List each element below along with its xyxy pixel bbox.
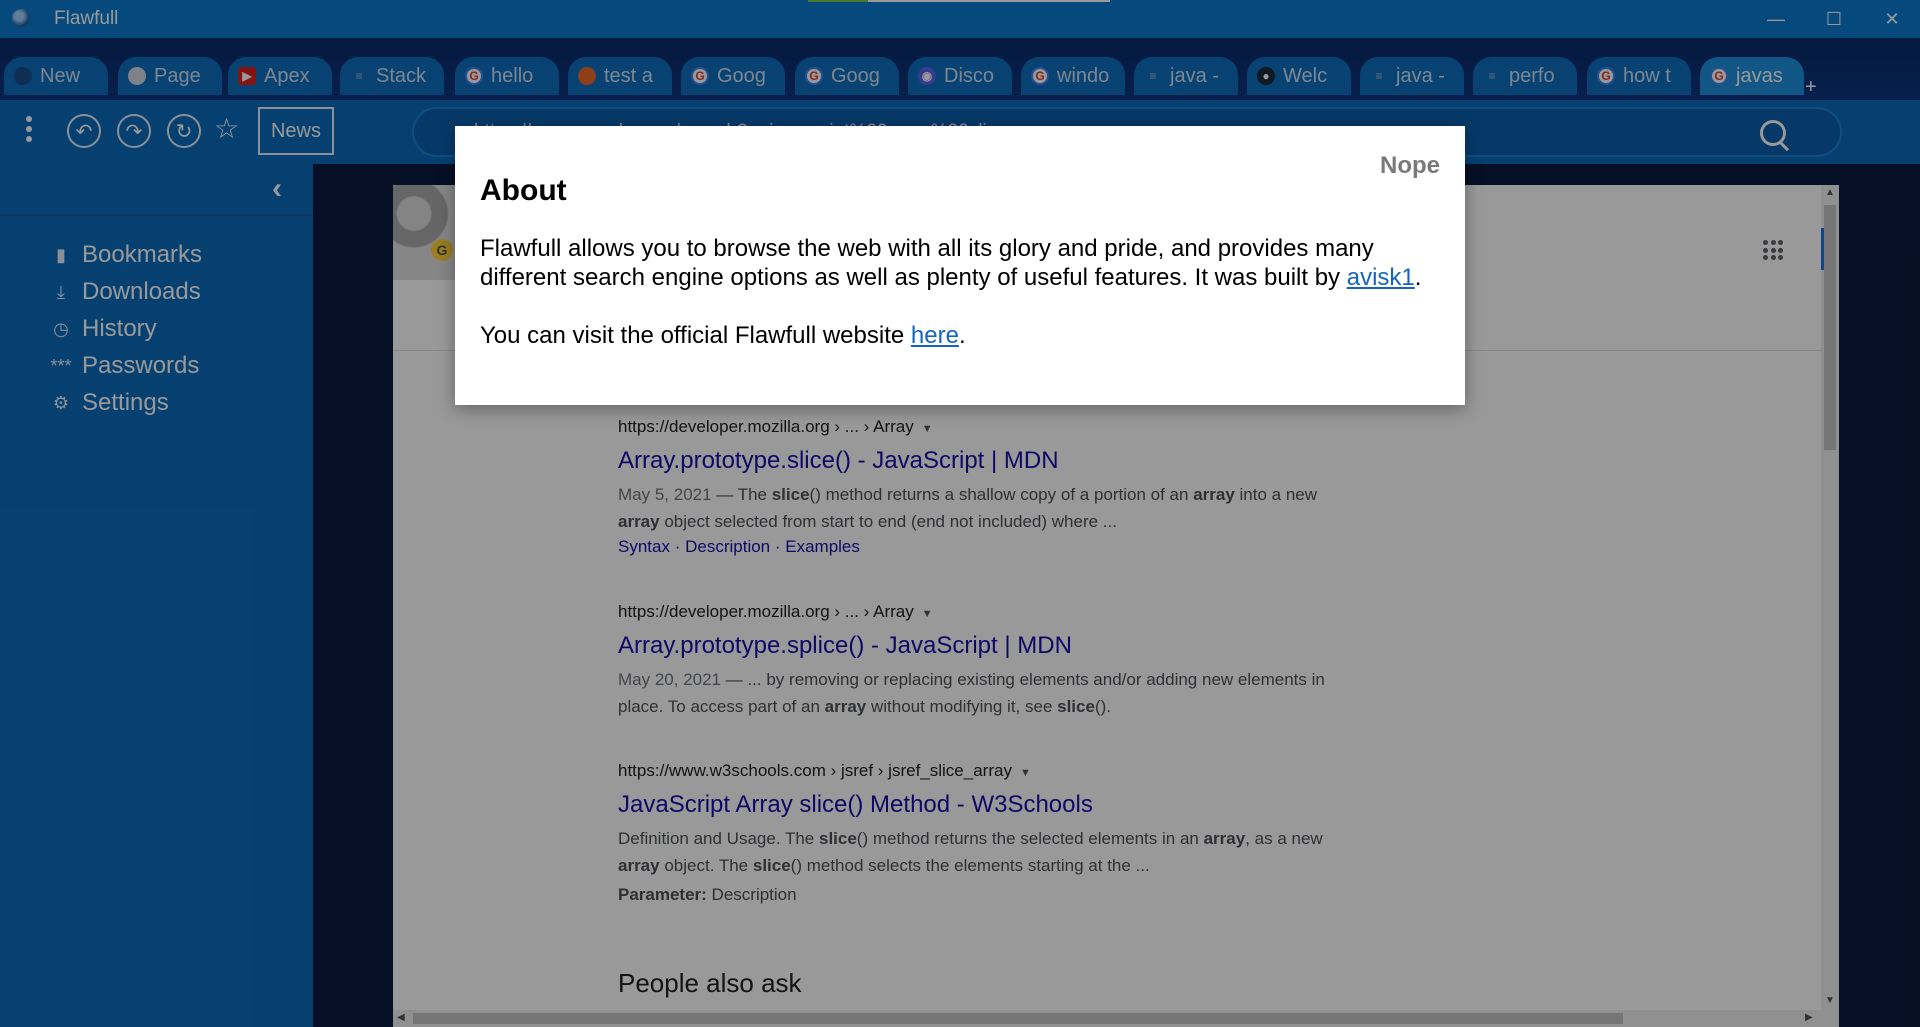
dialog-paragraph: Flawfull allows you to browse the web wi… (480, 235, 1422, 291)
dialog-body: Flawfull allows you to browse the web wi… (480, 234, 1440, 350)
website-link[interactable]: here (911, 322, 959, 349)
about-dialog: Nope About Flawfull allows you to browse… (455, 126, 1465, 405)
author-link[interactable]: avisk1 (1347, 264, 1415, 291)
dialog-paragraph: You can visit the official Flawfull webs… (480, 322, 966, 349)
dialog-title: About (480, 174, 567, 207)
dialog-close-button[interactable]: Nope (1380, 152, 1440, 180)
